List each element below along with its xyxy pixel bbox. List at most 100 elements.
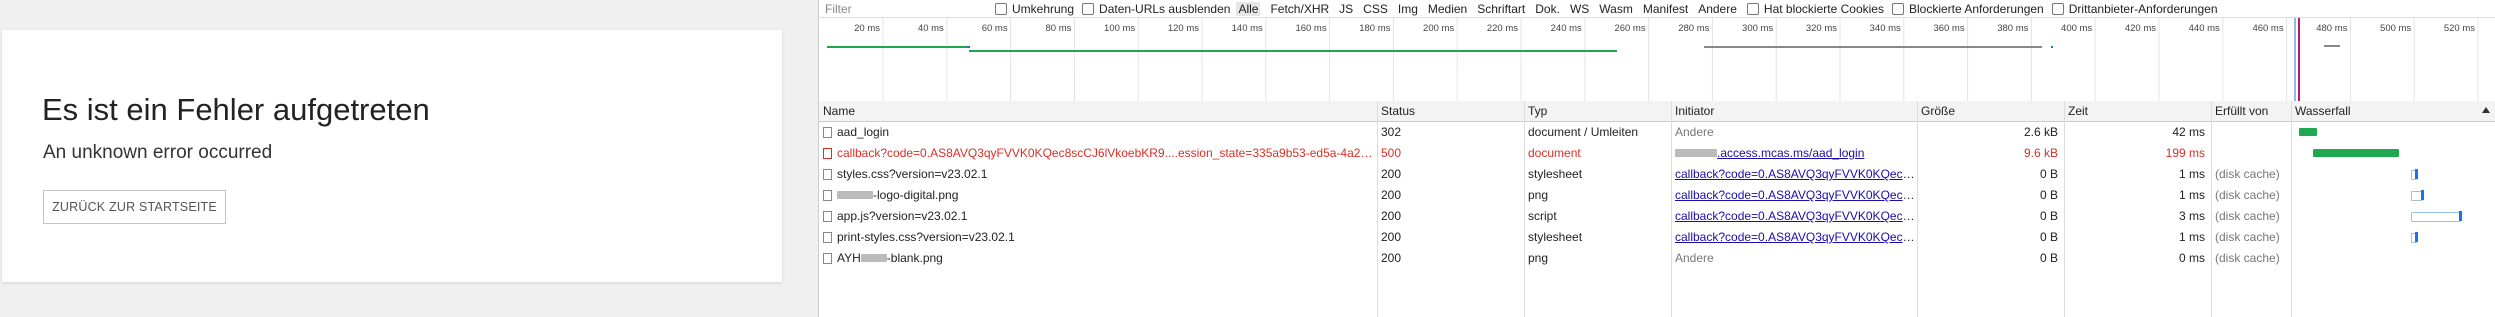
cell-waterfall	[2291, 206, 2495, 226]
timeline-tick-label: 260 ms	[1614, 23, 1645, 34]
cell-fulfilled: (disk cache)	[2215, 209, 2280, 223]
cell-name: AYH -blank.png	[819, 248, 1377, 268]
initiator-link[interactable]: callback?code=0.AS8AVQ3qyFVVK0KQec8s...	[1675, 230, 1917, 244]
timeline-tick-label: 80 ms	[1046, 23, 1072, 34]
filter-ws[interactable]: WS	[1570, 2, 1589, 16]
initiator-text: Andere	[1675, 251, 1714, 265]
error-title: Es ist ein Fehler aufgetreten	[42, 92, 430, 127]
filter-wasm[interactable]: Wasm	[1599, 2, 1633, 16]
timeline-overview[interactable]: 20 ms 40 ms 60 ms 80 ms 100 ms 120 ms 140 ms 16…	[819, 18, 2495, 102]
initiator-link[interactable]: callback?code=0.AS8AVQ3qyFVVK0KQec8s...	[1675, 209, 1917, 223]
request-row[interactable]: styles.css?version=v23.02.1 200 stylesheet…	[819, 164, 2495, 184]
request-row[interactable]: app.js?version=v23.02.1 200 script callback…	[819, 206, 2495, 226]
column-divider[interactable]	[1524, 101, 1525, 317]
cell-size: 0 B	[2039, 230, 2058, 244]
filter-img[interactable]: Img	[1398, 2, 1418, 16]
column-divider[interactable]	[1377, 101, 1378, 317]
cell-name: styles.css?version=v23.02.1	[819, 164, 1377, 184]
timeline-tick-label: 280 ms	[1678, 23, 1709, 34]
waterfall-bar	[2415, 169, 2418, 179]
request-row[interactable]: aad_login 302 document / Umleiten Andere 2.6…	[819, 122, 2495, 142]
request-row[interactable]: -logo-digital.png 200 png callback?code=0.A…	[819, 185, 2495, 205]
column-status[interactable]: Status	[1377, 101, 1524, 121]
invert-checkbox[interactable]: Umkehrung	[995, 2, 1074, 16]
timeline-tick-label: 360 ms	[1933, 23, 1964, 34]
cell-initiator: callback?code=0.AS8AVQ3qyFVVK0KQec8s...	[1671, 185, 1917, 205]
cell-initiator: callback?code=0.AS8AVQ3qyFVVK0KQec8s...	[1671, 227, 1917, 247]
blocked-requests-checkbox[interactable]: Blockierte Anforderungen	[1891, 1, 2044, 16]
back-to-home-button[interactable]: ZURÜCK ZUR STARTSEITE	[43, 190, 226, 224]
cell-waterfall	[2291, 248, 2495, 268]
initiator-link[interactable]: callback?code=0.AS8AVQ3qyFVVK0KQec8s...	[1675, 167, 1917, 181]
redacted-text	[1675, 149, 1717, 157]
filter-media[interactable]: Medien	[1428, 2, 1467, 16]
cell-name: print-styles.css?version=v23.02.1	[819, 227, 1377, 247]
request-name: print-styles.css?version=v23.02.1	[837, 230, 1015, 244]
cell-name: callback?code=0.AS8AVQ3qyFVVK0KQec8scCJ6…	[819, 143, 1377, 163]
cell-time: 1 ms	[2178, 167, 2205, 181]
cell-time: 1 ms	[2178, 188, 2205, 202]
blocked-cookies-checkbox[interactable]: Hat blockierte Cookies	[1746, 1, 1884, 16]
request-row[interactable]: callback?code=0.AS8AVQ3qyFVVK0KQec8scCJ6…	[819, 143, 2495, 163]
checkbox-icon	[995, 2, 1007, 15]
timeline-tick-label: 20 ms	[854, 23, 880, 34]
column-name[interactable]: Name	[819, 101, 1377, 121]
waterfall-bar[interactable]	[2313, 149, 2399, 157]
invert-label: Umkehrung	[1012, 1, 1075, 16]
timeline-tick-label: 240 ms	[1551, 23, 1582, 34]
cell-fulfilled	[2211, 122, 2291, 142]
cell-time: 0 ms	[2178, 251, 2205, 265]
third-party-checkbox[interactable]: Drittanbieter-Anforderungen	[2051, 2, 2218, 16]
cell-waterfall	[2291, 122, 2495, 142]
cell-name: aad_login	[819, 122, 1377, 142]
filter-js[interactable]: JS	[1339, 2, 1353, 16]
filter-css[interactable]: CSS	[1363, 2, 1388, 16]
column-time[interactable]: Zeit	[2064, 101, 2211, 121]
cell-status: 500	[1381, 146, 1402, 160]
request-row[interactable]: AYH -blank.png 200 png Andere 0 B 0 ms (disk ca…	[819, 248, 2495, 268]
initiator-link[interactable]: callback?code=0.AS8AVQ3qyFVVK0KQec8s...	[1675, 188, 1917, 202]
sort-ascending-icon[interactable]	[2482, 107, 2490, 113]
cell-time: 199 ms	[2165, 146, 2205, 160]
error-card: Es ist ein Fehler aufgetreten An unknown…	[2, 30, 782, 282]
file-icon	[823, 232, 832, 243]
filter-manifest[interactable]: Manifest	[1643, 2, 1688, 16]
timeline-tick-label: 220 ms	[1487, 23, 1518, 34]
column-divider[interactable]	[1917, 101, 1918, 317]
file-icon	[823, 148, 832, 159]
request-name: AYH	[837, 251, 861, 265]
request-row[interactable]: print-styles.css?version=v23.02.1 200 styl…	[819, 227, 2495, 247]
filter-all[interactable]: Alle	[1236, 1, 1261, 16]
waterfall-bar[interactable]	[2411, 212, 2461, 222]
timeline-tick-label: 440 ms	[2189, 23, 2220, 34]
filter-other[interactable]: Andere	[1698, 2, 1737, 16]
column-divider[interactable]	[2291, 101, 2292, 317]
column-initiator[interactable]: Initiator	[1671, 101, 1917, 121]
file-icon	[823, 127, 832, 138]
timeline-tick-label: 340 ms	[1870, 23, 1901, 34]
cell-initiator: .access.mcas.ms/aad_login	[1671, 143, 1917, 163]
hide-data-urls-checkbox[interactable]: Daten-URLs ausblenden	[1082, 2, 1230, 16]
initiator-link[interactable]: .access.mcas.ms/aad_login	[1717, 146, 1864, 160]
column-divider[interactable]	[2064, 101, 2065, 317]
filter-doc[interactable]: Dok.	[1535, 2, 1560, 16]
column-type[interactable]: Typ	[1524, 101, 1671, 121]
column-fulfilled-by[interactable]: Erfüllt von	[2211, 101, 2291, 121]
filter-font[interactable]: Schriftart	[1477, 2, 1525, 16]
cell-waterfall	[2291, 227, 2495, 247]
column-waterfall[interactable]: Wasserfall	[2291, 101, 2495, 121]
timeline-overview-chart: 20 ms 40 ms 60 ms 80 ms 100 ms 120 ms 140 ms 16…	[827, 18, 2479, 101]
cell-size: 0 B	[2039, 209, 2058, 223]
blocked-requests-label: Blockierte Anforderungen	[1908, 1, 2044, 16]
filter-input[interactable]	[819, 1, 995, 16]
cell-time: 42 ms	[2172, 125, 2205, 139]
error-subtitle: An unknown error occurred	[43, 142, 273, 163]
column-divider[interactable]	[1671, 101, 1672, 317]
column-size[interactable]: Größe	[1917, 101, 2064, 121]
waterfall-bar[interactable]	[2299, 128, 2317, 136]
table-header: Name Status Typ Initiator Größe Zeit Erf…	[819, 101, 2495, 122]
cell-type: document / Umleiten	[1528, 125, 1639, 139]
column-divider[interactable]	[2211, 101, 2212, 317]
filter-fetch-xhr[interactable]: Fetch/XHR	[1270, 2, 1329, 16]
blocked-cookies-label: Hat blockierte Cookies	[1763, 1, 1884, 16]
